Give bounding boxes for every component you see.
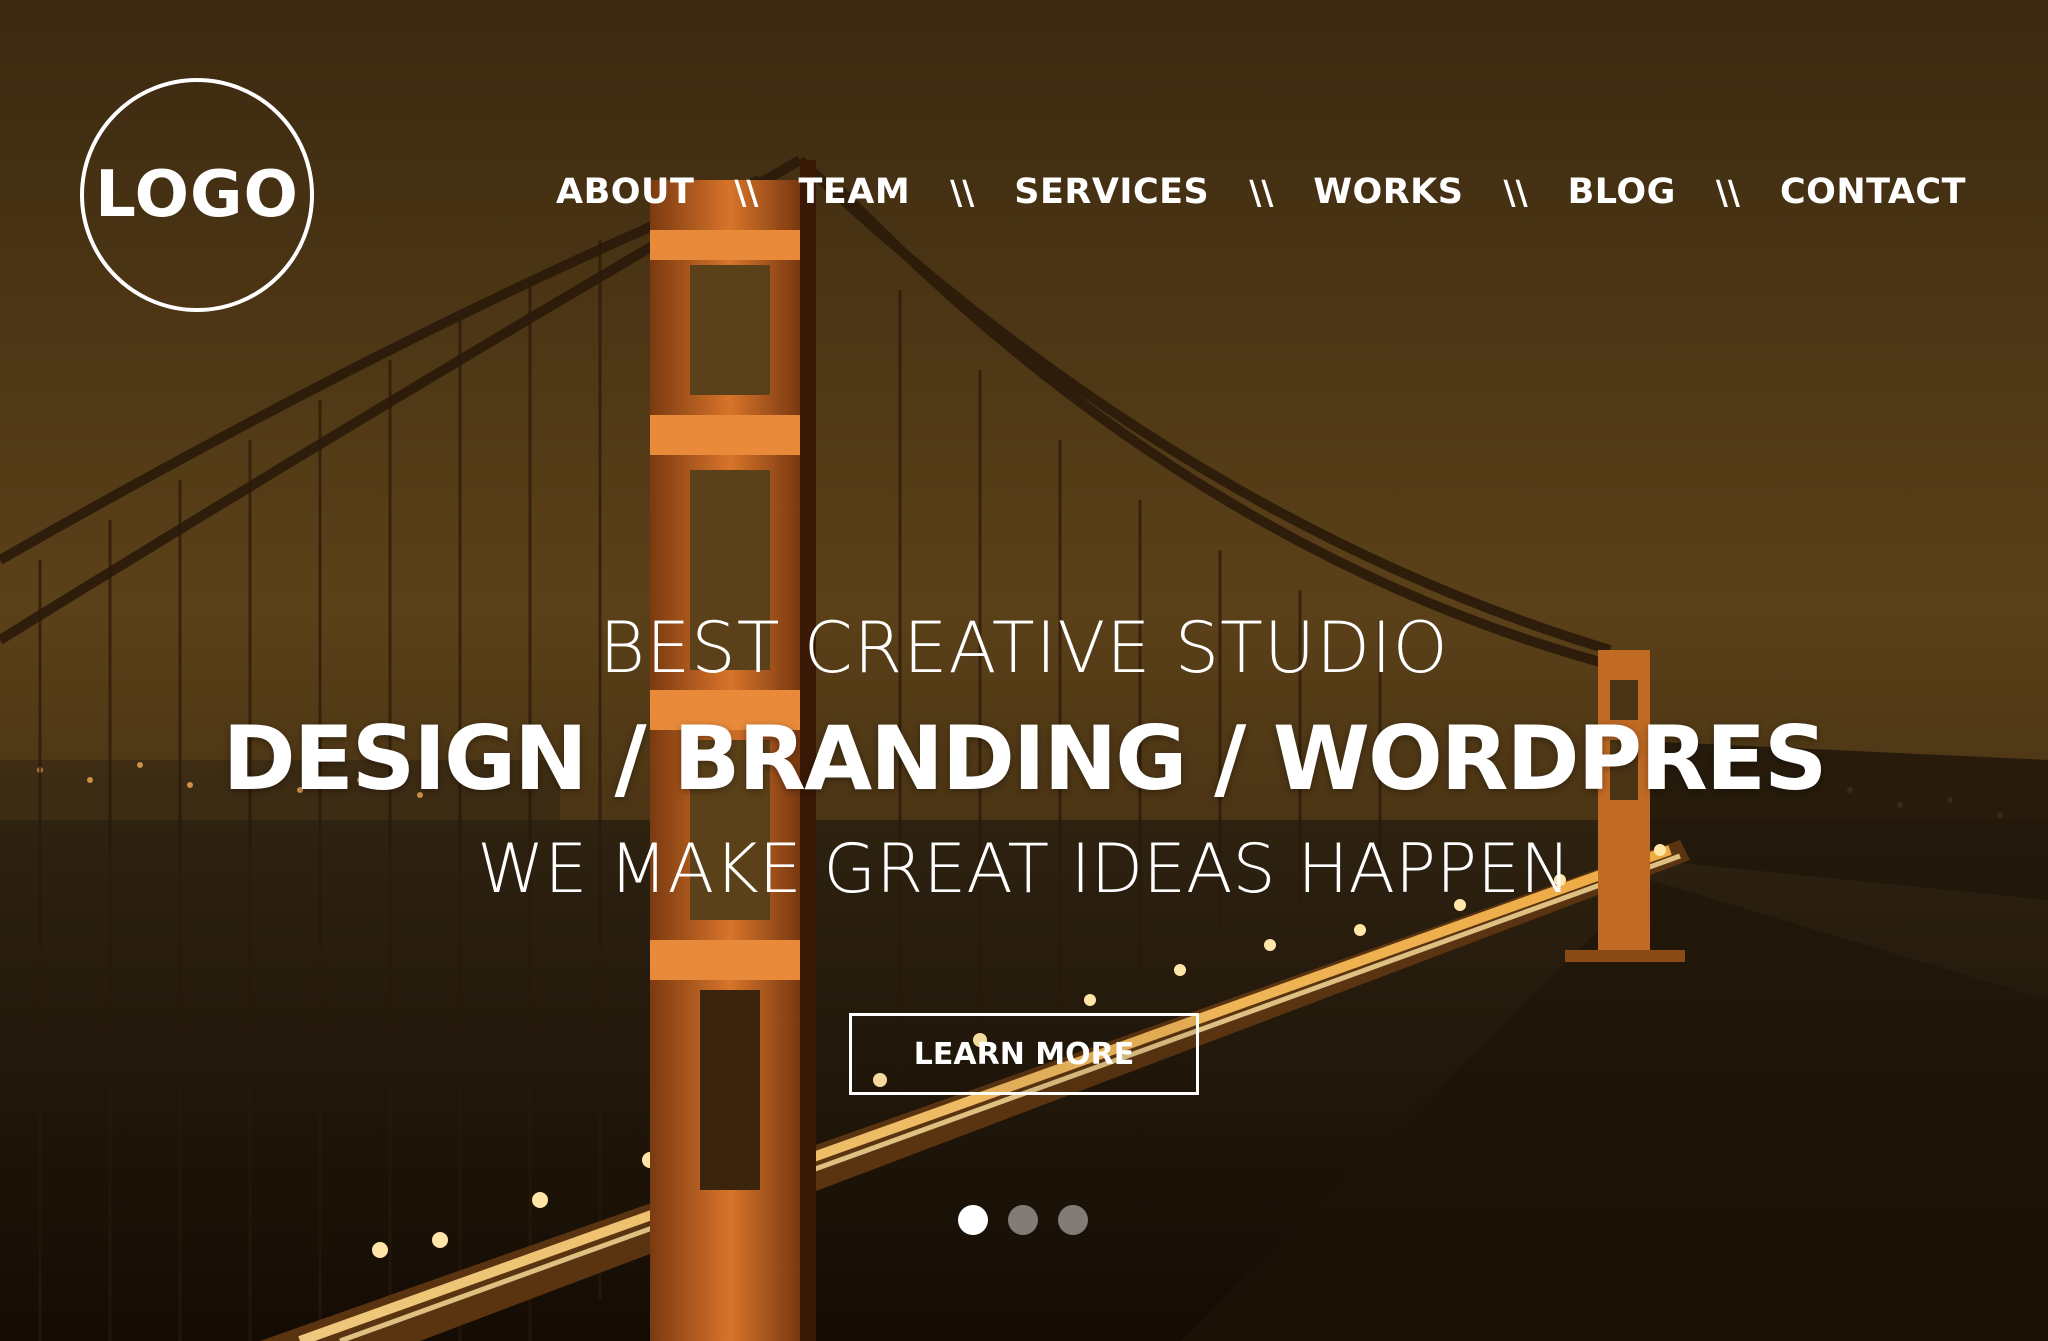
hero-section: LOGO ABOUT \\ TEAM \\ SERVICES \\ WORKS … — [0, 0, 2048, 1341]
logo[interactable]: LOGO — [80, 78, 314, 312]
main-nav: ABOUT \\ TEAM \\ SERVICES \\ WORKS \\ BL… — [556, 172, 1966, 212]
slider-dot-2[interactable] — [1008, 1205, 1038, 1235]
nav-item-blog[interactable]: BLOG — [1568, 172, 1676, 212]
nav-item-contact[interactable]: CONTACT — [1780, 172, 1966, 212]
logo-text: LOGO — [95, 158, 299, 232]
slider-pagination — [958, 1205, 1088, 1235]
nav-separator: \\ — [950, 172, 975, 212]
slider-dot-3[interactable] — [1058, 1205, 1088, 1235]
slider-dot-1[interactable] — [958, 1205, 988, 1235]
nav-separator: \\ — [1715, 172, 1740, 212]
hero-tagline: WE MAKE GREAT IDEAS HAPPEN — [477, 830, 1571, 909]
nav-item-about[interactable]: ABOUT — [556, 172, 694, 212]
hero-title: DESIGN / BRANDING / WORDPRES — [222, 707, 1828, 810]
nav-item-team[interactable]: TEAM — [798, 172, 910, 212]
nav-separator: \\ — [1249, 172, 1274, 212]
nav-item-services[interactable]: SERVICES — [1014, 172, 1209, 212]
learn-more-button[interactable]: LEARN MORE — [849, 1013, 1199, 1095]
hero-kicker: BEST CREATIVE STUDIO — [599, 607, 1449, 689]
nav-separator: \\ — [1503, 172, 1528, 212]
nav-separator: \\ — [734, 172, 759, 212]
nav-item-works[interactable]: WORKS — [1313, 172, 1463, 212]
